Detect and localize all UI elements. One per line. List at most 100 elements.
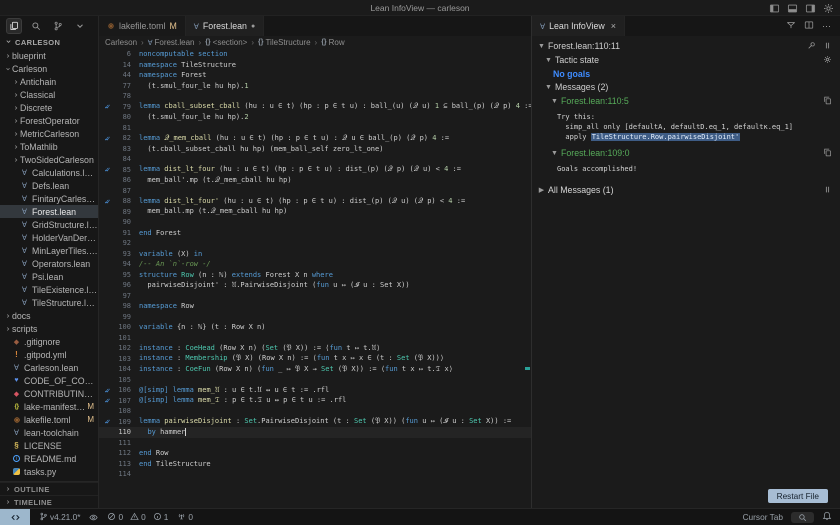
all-messages-header[interactable]: ▶ All Messages (1) xyxy=(532,183,840,197)
panel-bottom-icon[interactable] xyxy=(787,3,798,14)
code-line-86[interactable]: 86 mem_ball'.mp (t.𝒬_mem_cball hu hp) xyxy=(99,175,531,186)
code-line-91[interactable]: 91end Forest xyxy=(99,228,531,239)
code-editor[interactable]: 6noncomputable section14namespace TileSt… xyxy=(99,49,531,508)
filter-icon[interactable] xyxy=(786,17,796,35)
code-line-88[interactable]: ✓✓88lemma dist_lt_four' (hu : u ∈ t) (hp… xyxy=(99,196,531,207)
code-line-111[interactable]: 111 xyxy=(99,438,531,449)
breadcrumb[interactable]: Carleson›∀Forest.lean›{}<section>›{}Tile… xyxy=(99,36,531,49)
file-row-carleson-lean[interactable]: ∀Carleson.lean xyxy=(0,361,98,374)
folder-row-antichain[interactable]: Antichain xyxy=(0,75,98,88)
message1-location[interactable]: ▼ Forest.lean:110:5 xyxy=(532,94,840,108)
code-line-80[interactable]: 80 (t.smul_four_le hu hp).2 xyxy=(99,112,531,123)
bell-icon[interactable] xyxy=(822,511,832,523)
file-row-contributing-md[interactable]: ◆CONTRIBUTING.md xyxy=(0,387,98,400)
file-row-lakefile-toml[interactable]: lakefile.tomlM xyxy=(0,413,98,426)
customize-layout-icon[interactable] xyxy=(823,3,834,14)
code-line-90[interactable]: 90 xyxy=(99,217,531,228)
tactic-state-header[interactable]: ▼ Tactic state xyxy=(532,53,840,67)
restart-file-button[interactable]: Restart File xyxy=(768,489,828,503)
code-line-85[interactable]: ✓✓85lemma dist_lt_four (hu : u ∈ t) (hp … xyxy=(99,165,531,176)
apply-suggestion-highlight[interactable]: TileStructure.Row.pairwiseDisjoint' xyxy=(591,133,741,141)
code-line-93[interactable]: 93variable (X) in xyxy=(99,249,531,260)
code-line-89[interactable]: 89 mem_ball.mp (t.𝒬_mem_cball hu hp) xyxy=(99,207,531,218)
code-line-101[interactable]: 101 xyxy=(99,333,531,344)
breadcrumb-item[interactable]: {}Row xyxy=(321,38,344,47)
ports-forwarded-indicator[interactable]: 0 xyxy=(177,512,193,523)
code-line-110[interactable]: 110 by hammer xyxy=(99,427,531,438)
file-row-tasks-py[interactable]: tasks.py xyxy=(0,465,98,478)
remote-window-indicator[interactable] xyxy=(0,509,30,525)
copy-icon[interactable] xyxy=(823,96,832,107)
tab-forest-lean[interactable]: ∀ Forest.lean ● xyxy=(186,16,264,36)
breadcrumb-item[interactable]: Carleson xyxy=(105,38,137,47)
code-line-78[interactable]: 78 xyxy=(99,91,531,102)
split-editor-icon[interactable] xyxy=(804,17,814,35)
file-row-finitarycarleson-lean[interactable]: ∀FinitaryCarleson.lean xyxy=(0,192,98,205)
eye-icon[interactable] xyxy=(89,513,98,522)
folder-row-tomathlib[interactable]: ToMathlib xyxy=(0,140,98,153)
more-actions-icon[interactable]: ⋯ xyxy=(822,21,832,32)
code-line-14[interactable]: 14namespace TileStructure xyxy=(99,60,531,71)
code-line-84[interactable]: 84 xyxy=(99,154,531,165)
folder-row-classical[interactable]: Classical xyxy=(0,88,98,101)
file-row--gitignore[interactable]: ◆.gitignore xyxy=(0,335,98,348)
code-line-6[interactable]: 6noncomputable section xyxy=(99,49,531,60)
message2-location[interactable]: ▼ Forest.lean:109:0 xyxy=(532,146,840,160)
file-row-license[interactable]: §LICENSE xyxy=(0,439,98,452)
folder-row-metriccarleson[interactable]: MetricCarleson xyxy=(0,127,98,140)
code-line-100[interactable]: 100variable {n : ℕ} (t : Row X n) xyxy=(99,322,531,333)
code-line-97[interactable]: 97 xyxy=(99,291,531,302)
file-row-gridstructure-lean[interactable]: ∀GridStructure.lean xyxy=(0,218,98,231)
file-row-defs-lean[interactable]: ∀Defs.lean xyxy=(0,179,98,192)
code-line-109[interactable]: ✓✓109lemma pairwiseDisjoint : Set.Pairwi… xyxy=(99,417,531,428)
file-row-minlayertiles-lean[interactable]: ∀MinLayerTiles.lean xyxy=(0,244,98,257)
code-line-92[interactable]: 92 xyxy=(99,238,531,249)
goal-position-header[interactable]: ▼ Forest.lean:110:11 xyxy=(532,39,840,53)
file-row-psi-lean[interactable]: ∀Psi.lean xyxy=(0,270,98,283)
git-branch-version[interactable]: v4.21.0* xyxy=(39,512,80,523)
folder-row-docs[interactable]: docs xyxy=(0,309,98,322)
code-line-107[interactable]: ✓✓107@[simp] lemma mem_𝔗 : p ∈ t.𝔗 u ↔ p… xyxy=(99,396,531,407)
panel-left-icon[interactable] xyxy=(769,3,780,14)
pause-icon[interactable] xyxy=(823,185,832,196)
code-line-106[interactable]: ✓✓106@[simp] lemma mem_𝔘 : u ∈ t.𝔘 ↔ u ∈… xyxy=(99,385,531,396)
file-row-code-of-conduc-[interactable]: ♥CODE_OF_CONDUC... xyxy=(0,374,98,387)
dirty-dot[interactable]: ● xyxy=(251,23,255,30)
source-control-icon[interactable] xyxy=(50,18,66,34)
tab-lean-infoview[interactable]: ∀ Lean InfoView × xyxy=(532,16,625,36)
breadcrumb-item[interactable]: ∀Forest.lean xyxy=(148,38,195,47)
code-line-104[interactable]: 104instance : CoeFun (Row X n) (fun _ ↦ … xyxy=(99,364,531,375)
workspace-root-header[interactable]: CARLESON xyxy=(0,36,98,49)
code-line-81[interactable]: 81 xyxy=(99,123,531,134)
messages-header[interactable]: ▼ Messages (2) xyxy=(532,80,840,94)
breadcrumb-item[interactable]: {}TileStructure xyxy=(258,38,311,47)
breadcrumb-item[interactable]: {}<section> xyxy=(205,38,247,47)
folder-row-carleson[interactable]: Carleson xyxy=(0,62,98,75)
code-line-96[interactable]: 96 pairwiseDisjoint' : 𝔘.PairwiseDisjoin… xyxy=(99,280,531,291)
close-icon[interactable]: × xyxy=(611,21,616,31)
folder-row-scripts[interactable]: scripts xyxy=(0,322,98,335)
file-row-lake-manifest-j-[interactable]: {}lake-manifest.j...M xyxy=(0,400,98,413)
code-line-95[interactable]: 95structure Row (n : ℕ) extends Forest X… xyxy=(99,270,531,281)
explorer-icon[interactable] xyxy=(6,18,22,34)
cursor-tab-label[interactable]: Cursor Tab xyxy=(743,512,783,522)
search-icon[interactable] xyxy=(28,18,44,34)
code-line-112[interactable]: 112end Row xyxy=(99,448,531,459)
file-row-tilestructure-lean[interactable]: ∀TileStructure.lean xyxy=(0,296,98,309)
folder-row-forestoperator[interactable]: ForestOperator xyxy=(0,114,98,127)
file-row-lean-toolchain[interactable]: ∀lean-toolchain xyxy=(0,426,98,439)
file-row--gitpod-yml[interactable]: !.gitpod.yml xyxy=(0,348,98,361)
timeline-panel-header[interactable]: TIMELINE xyxy=(0,495,98,508)
file-row-holdervandercorp-[interactable]: ∀HolderVanDerCorp... xyxy=(0,231,98,244)
gear-icon[interactable] xyxy=(823,55,832,66)
folder-row-twosidedcarleson[interactable]: TwoSidedCarleson xyxy=(0,153,98,166)
copy-icon[interactable] xyxy=(823,148,832,159)
file-row-operators-lean[interactable]: ∀Operators.lean xyxy=(0,257,98,270)
code-line-105[interactable]: 105 xyxy=(99,375,531,386)
code-line-44[interactable]: 44namespace Forest xyxy=(99,70,531,81)
pin-icon[interactable] xyxy=(807,41,816,52)
code-line-83[interactable]: 83 (t.cball_subset_cball hu hp) (mem_bal… xyxy=(99,144,531,155)
code-line-77[interactable]: 77 (t.smul_four_le hu hp).1 xyxy=(99,81,531,92)
code-line-98[interactable]: 98namespace Row xyxy=(99,301,531,312)
folder-row-blueprint[interactable]: blueprint xyxy=(0,49,98,62)
